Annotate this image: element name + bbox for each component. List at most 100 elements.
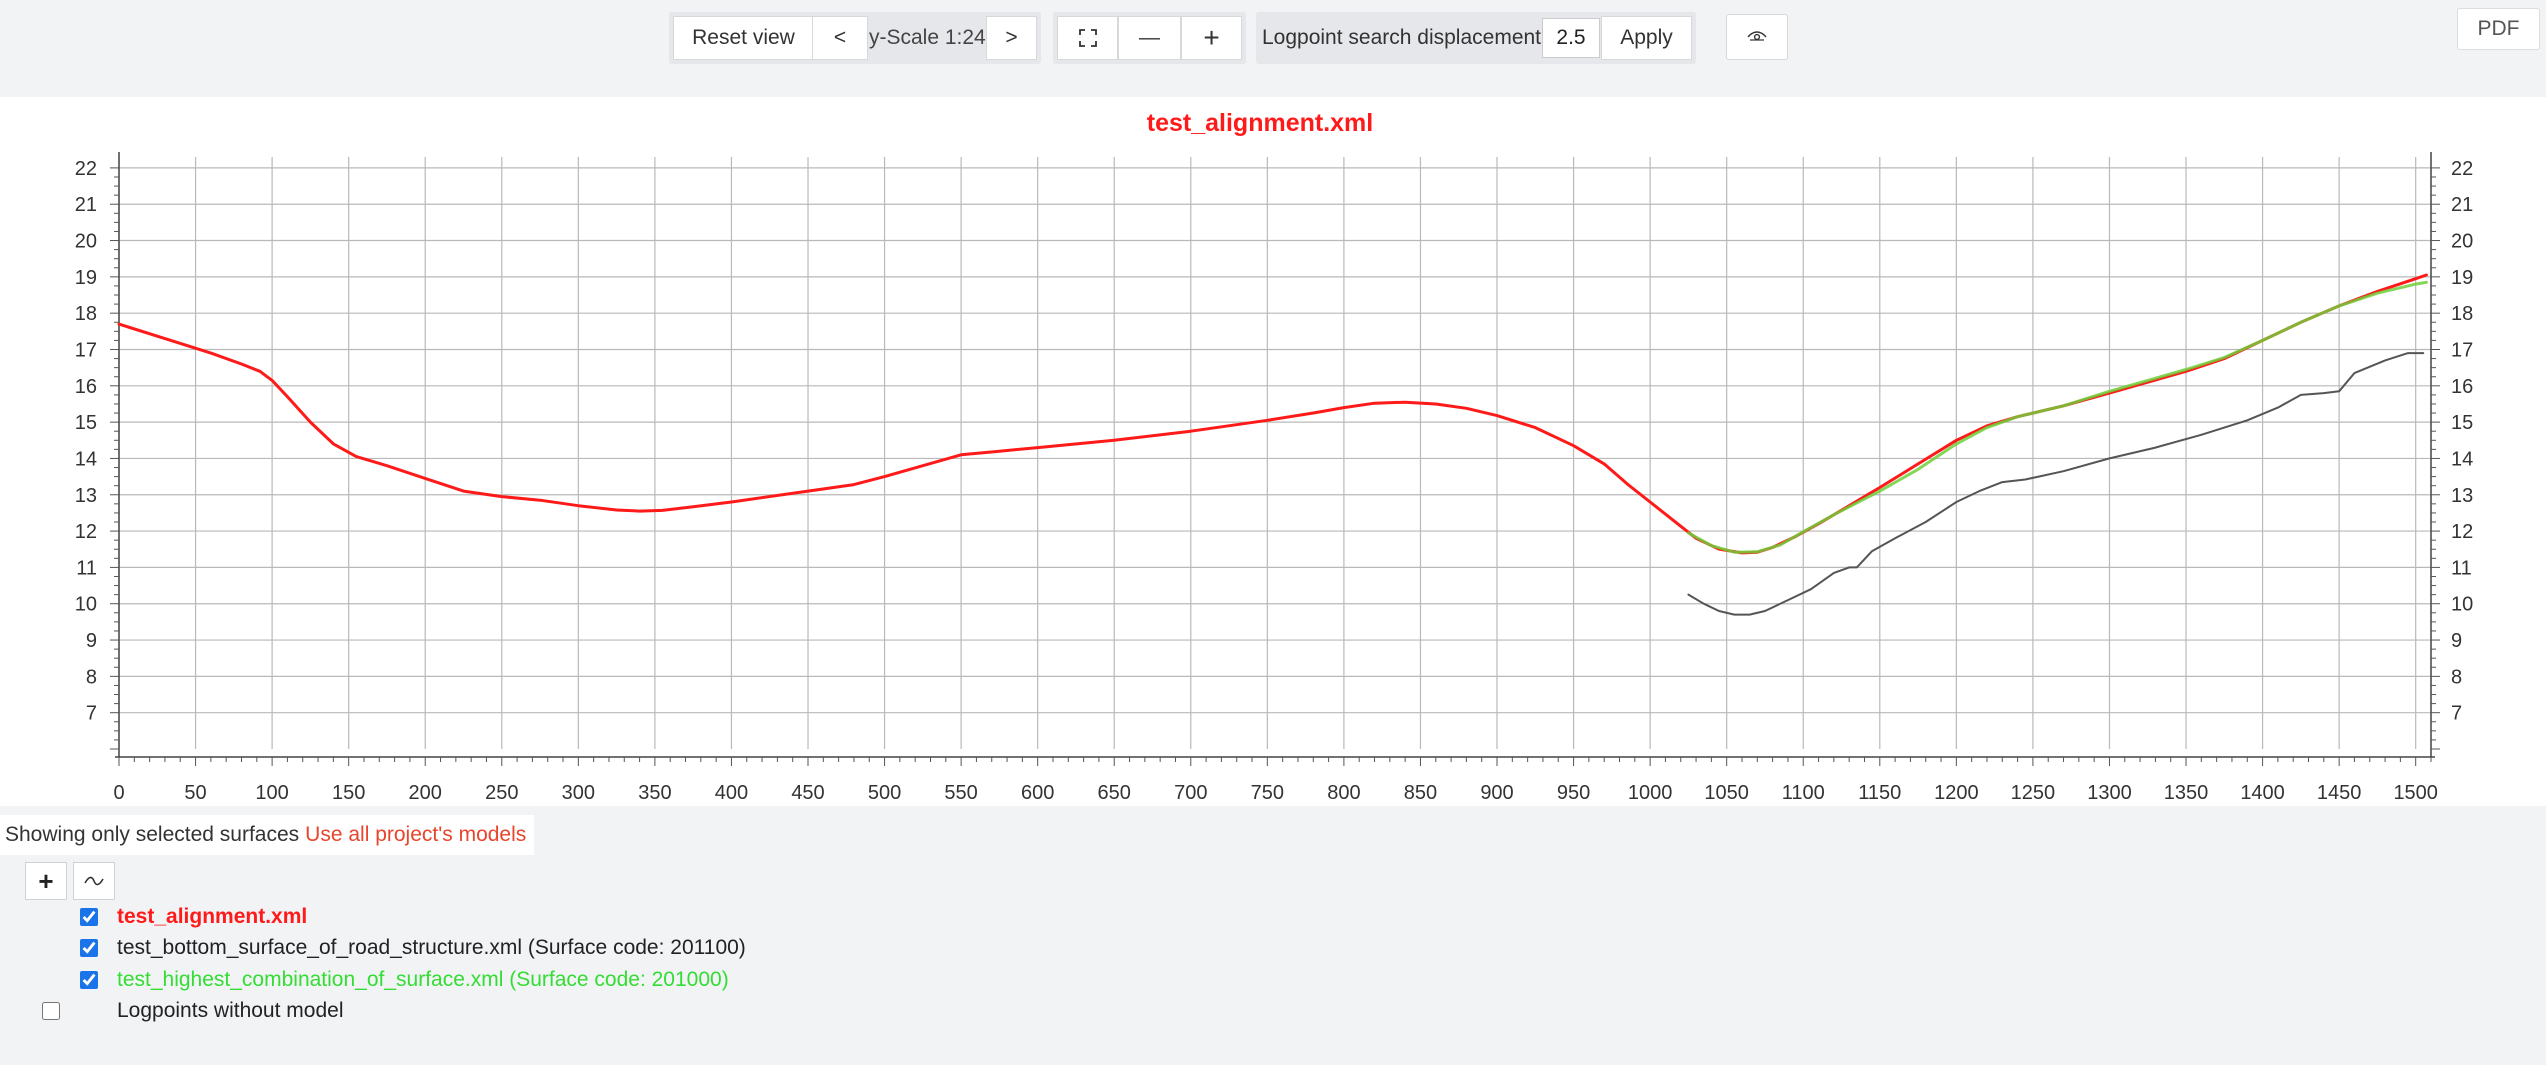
legend-item-highest-surface: test_highest_combination_of_surface.xml … xyxy=(0,966,1200,996)
x-tick-label: 0 xyxy=(113,782,124,804)
legend-item-alignment: test_alignment.xml xyxy=(0,903,1200,933)
x-tick-label: 1050 xyxy=(1704,782,1749,804)
highest-surface-checkbox[interactable] xyxy=(80,971,98,989)
apply-button[interactable]: Apply xyxy=(1601,16,1692,60)
eye-toggle-icon xyxy=(1747,31,1767,41)
y-tick-label-right: 17 xyxy=(2451,339,2473,361)
y-tick-label-right: 9 xyxy=(2451,630,2462,652)
y-tick-label-right: 7 xyxy=(2451,703,2462,725)
legend-label-alignment: test_alignment.xml xyxy=(117,905,308,928)
y-tick-label-left: 21 xyxy=(75,194,97,216)
x-tick-label: 1100 xyxy=(1782,782,1825,804)
scale-next-button[interactable]: > xyxy=(986,16,1037,60)
x-tick-label: 1250 xyxy=(2011,782,2056,804)
surface-selection-panel: Showing only selected surfaces Use all p… xyxy=(0,813,2546,1065)
reset-view-button[interactable]: Reset view xyxy=(673,16,814,60)
y-tick-label-left: 8 xyxy=(86,666,97,688)
y-tick-label-right: 15 xyxy=(2451,412,2473,434)
x-tick-label: 300 xyxy=(562,782,595,804)
x-tick-label: 1200 xyxy=(1934,782,1979,804)
y-tick-label-left: 14 xyxy=(75,448,97,470)
x-tick-label: 850 xyxy=(1404,782,1437,804)
fullscreen-button[interactable] xyxy=(1057,16,1118,60)
y-tick-label-right: 8 xyxy=(2451,666,2462,688)
y-tick-label-right: 21 xyxy=(2451,194,2473,216)
logpoint-search-label: Logpoint search displacement xyxy=(1262,26,1542,49)
zoom-in-button[interactable]: + xyxy=(1181,16,1242,60)
chart-title: test_alignment.xml xyxy=(1147,109,1373,137)
x-tick-label: 400 xyxy=(715,782,748,804)
pdf-button[interactable]: PDF xyxy=(2457,8,2540,50)
y-tick-label-left: 12 xyxy=(75,521,97,543)
filter-status-text: Showing only selected surfaces xyxy=(5,823,300,846)
series-line-0 xyxy=(117,273,2428,555)
x-tick-label: 450 xyxy=(791,782,824,804)
plus-icon: + xyxy=(38,865,54,896)
x-tick-label: 550 xyxy=(944,782,977,804)
profile-view-toggle-button[interactable] xyxy=(1726,14,1788,60)
x-tick-label: 800 xyxy=(1327,782,1360,804)
y-tick-label-left: 7 xyxy=(86,703,97,725)
surface-filter-bar: Showing only selected surfaces Use all p… xyxy=(0,815,535,855)
logpoints-checkbox[interactable] xyxy=(42,1002,60,1020)
scale-prev-button[interactable]: < xyxy=(812,16,868,60)
y-tick-label-left: 18 xyxy=(75,303,97,325)
x-tick-label: 1450 xyxy=(2317,782,2362,804)
line-style-button[interactable] xyxy=(73,862,115,900)
x-tick-label: 1400 xyxy=(2240,782,2285,804)
x-tick-label: 50 xyxy=(184,782,206,804)
y-tick-label-right: 20 xyxy=(2451,231,2473,253)
x-tick-label: 1300 xyxy=(2087,782,2132,804)
y-tick-label-right: 22 xyxy=(2451,158,2473,180)
y-tick-label-left: 9 xyxy=(86,630,97,652)
x-tick-label: 250 xyxy=(485,782,518,804)
view-controls-group: Reset view < y-Scale 1:24 > xyxy=(669,12,1041,64)
profile-chart: test_alignment.xml 7 7 8 8 9 9 10 10 11 11 12 12 13 13… xyxy=(75,109,2474,804)
x-tick-label: 1000 xyxy=(1628,782,1673,804)
y-tick-label-left: 19 xyxy=(75,267,97,289)
displacement-input[interactable] xyxy=(1542,18,1600,58)
bottom-surface-checkbox[interactable] xyxy=(80,939,98,957)
y-tick-label-left: 13 xyxy=(75,485,97,507)
legend-item-bottom-surface: test_bottom_surface_of_road_structure.xm… xyxy=(0,934,1200,964)
x-tick-label: 500 xyxy=(868,782,901,804)
tilde-line-icon xyxy=(84,876,104,886)
use-all-models-link[interactable]: Use all project's models xyxy=(305,823,526,847)
x-tick-label: 950 xyxy=(1557,782,1590,804)
y-tick-label-left: 22 xyxy=(75,158,97,180)
x-tick-label: 1500 xyxy=(2393,782,2438,804)
x-tick-label: 750 xyxy=(1251,782,1284,804)
y-tick-label-right: 12 xyxy=(2451,521,2473,543)
zoom-out-button[interactable]: — xyxy=(1118,16,1181,60)
zoom-controls-group: — + xyxy=(1053,12,1246,64)
x-tick-label: 350 xyxy=(638,782,671,804)
toolbar: Reset view < y-Scale 1:24 > — + Logpoint… xyxy=(0,0,2546,96)
logpoint-search-group: Logpoint search displacement Apply xyxy=(1256,12,1696,64)
alignment-checkbox[interactable] xyxy=(80,908,98,926)
x-tick-label: 650 xyxy=(1098,782,1131,804)
y-tick-label-left: 16 xyxy=(75,376,97,398)
series-line-1 xyxy=(1686,280,2428,554)
y-scale-label: y-Scale 1:24 xyxy=(869,26,986,49)
x-tick-label: 100 xyxy=(255,782,288,804)
legend-label-logpoints: Logpoints without model xyxy=(117,999,344,1022)
x-tick-label: 200 xyxy=(409,782,442,804)
series-line-2 xyxy=(1687,352,2425,616)
y-tick-label-right: 14 xyxy=(2451,448,2473,470)
legend-label-bottom-surface: test_bottom_surface_of_road_structure.xm… xyxy=(117,936,746,959)
x-tick-label: 900 xyxy=(1480,782,1513,804)
x-tick-label: 1350 xyxy=(2164,782,2209,804)
add-surface-button[interactable]: + xyxy=(25,862,67,900)
y-tick-label-left: 20 xyxy=(75,231,97,253)
x-tick-label: 150 xyxy=(332,782,365,804)
y-tick-label-left: 10 xyxy=(75,594,97,616)
legend-label-highest-surface: test_highest_combination_of_surface.xml … xyxy=(117,968,729,991)
y-tick-label-left: 15 xyxy=(75,412,97,434)
profile-chart-panel: test_alignment.xml 7 7 8 8 9 9 10 10 11 11 12 12 13 13… xyxy=(0,97,2546,806)
x-tick-label: 600 xyxy=(1021,782,1054,804)
y-tick-label-right: 16 xyxy=(2451,376,2473,398)
y-tick-label-left: 11 xyxy=(76,557,97,579)
x-tick-label: 700 xyxy=(1174,782,1207,804)
y-tick-label-left: 17 xyxy=(75,339,97,361)
fullscreen-icon xyxy=(1078,29,1097,47)
